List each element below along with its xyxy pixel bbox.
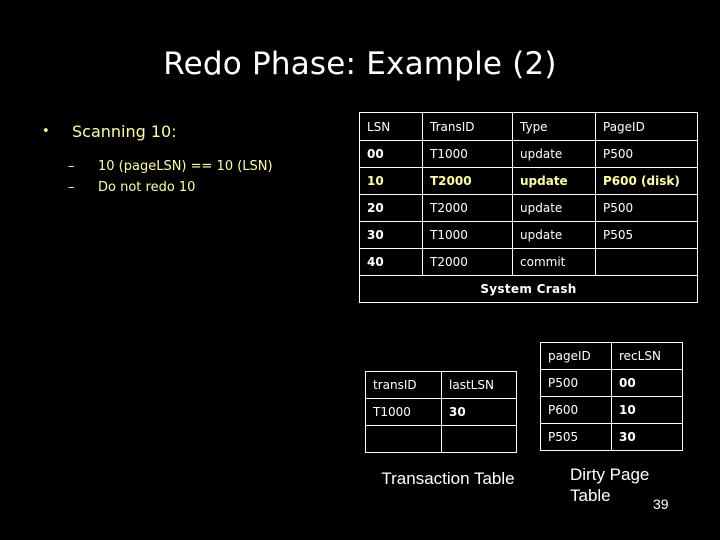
- bullet-scanning: • Scanning 10:: [30, 122, 350, 142]
- dirty-page-table-caption: Dirty Page Table: [570, 465, 650, 505]
- log-cell-type: update: [512, 167, 596, 195]
- log-cell-transid: T2000: [422, 248, 513, 276]
- log-cell-pageid: [595, 248, 698, 276]
- table-row: 20 T2000 update P500: [359, 194, 698, 222]
- log-col-transid: TransID: [422, 112, 513, 141]
- slide-canvas: Redo Phase: Example (2) • Scanning 10: –…: [0, 0, 720, 540]
- dpt-cell-pageid: P500: [540, 369, 612, 397]
- transaction-table-header-row: transID lastLSN: [365, 371, 517, 399]
- sub-bullet-no-redo: – Do not redo 10: [30, 177, 350, 198]
- log-cell-transid: T2000: [422, 167, 513, 195]
- log-cell-lsn: 20: [359, 194, 423, 222]
- system-crash-label: System Crash: [359, 275, 698, 303]
- log-cell-lsn: 10: [359, 167, 423, 195]
- dirty-page-table: pageID recLSN P500 00 P600 10 P505 30: [540, 342, 683, 451]
- sub-bullet-pagelsn: – 10 (pageLSN) == 10 (LSN): [30, 156, 350, 177]
- dpt-col-reclsn: recLSN: [611, 342, 683, 370]
- table-row-highlighted: 10 T2000 update P600 (disk): [359, 167, 698, 195]
- trans-col-transid: transID: [365, 371, 442, 399]
- transaction-table-caption: Transaction Table: [381, 469, 515, 488]
- table-row: P600 10: [540, 396, 683, 424]
- log-col-type: Type: [512, 112, 596, 141]
- log-cell-pageid: P600 (disk): [595, 167, 698, 195]
- slide-page-number: 39: [653, 496, 669, 512]
- table-row: 00 T1000 update P500: [359, 140, 698, 168]
- dash-marker-icon: –: [68, 159, 75, 174]
- log-col-lsn: LSN: [359, 112, 423, 141]
- log-cell-pageid: P500: [595, 194, 698, 222]
- bullet-marker-icon: •: [42, 124, 50, 139]
- table-row: 30 T1000 update P505: [359, 221, 698, 249]
- transaction-table: transID lastLSN T1000 30: [365, 371, 517, 453]
- trans-cell-lastlsn: [441, 425, 517, 453]
- log-cell-type: update: [512, 194, 596, 222]
- bullet-list: • Scanning 10: – 10 (pageLSN) == 10 (LSN…: [30, 122, 350, 198]
- table-row: 40 T2000 commit: [359, 248, 698, 276]
- table-row: P505 30: [540, 423, 683, 451]
- log-cell-lsn: 40: [359, 248, 423, 276]
- log-table: LSN TransID Type PageID 00 T1000 update …: [359, 112, 698, 303]
- sub-bullet-no-redo-label: Do not redo 10: [98, 180, 196, 195]
- log-cell-transid: T1000: [422, 221, 513, 249]
- table-row: P500 00: [540, 369, 683, 397]
- log-cell-transid: T2000: [422, 194, 513, 222]
- sub-bullet-pagelsn-label: 10 (pageLSN) == 10 (LSN): [98, 159, 273, 174]
- trans-cell-lastlsn: 30: [441, 398, 517, 426]
- dpt-cell-reclsn: 30: [611, 423, 683, 451]
- dpt-cell-reclsn: 00: [611, 369, 683, 397]
- dpt-cell-pageid: P600: [540, 396, 612, 424]
- dpt-col-pageid: pageID: [540, 342, 612, 370]
- table-row: T1000 30: [365, 398, 517, 426]
- log-cell-pageid: P500: [595, 140, 698, 168]
- log-cell-type: update: [512, 140, 596, 168]
- dpt-cell-pageid: P505: [540, 423, 612, 451]
- page-title: Redo Phase: Example (2): [163, 46, 557, 82]
- bullet-scanning-label: Scanning 10:: [72, 122, 177, 141]
- log-cell-type: commit: [512, 248, 596, 276]
- system-crash-row: System Crash: [359, 275, 698, 303]
- log-table-header-row: LSN TransID Type PageID: [359, 112, 698, 141]
- table-row-empty: [365, 425, 517, 453]
- sub-bullet-group: – 10 (pageLSN) == 10 (LSN) – Do not redo…: [30, 156, 350, 198]
- dpt-header-row: pageID recLSN: [540, 342, 683, 370]
- trans-col-lastlsn: lastLSN: [441, 371, 517, 399]
- log-cell-transid: T1000: [422, 140, 513, 168]
- log-cell-lsn: 30: [359, 221, 423, 249]
- dpt-cell-reclsn: 10: [611, 396, 683, 424]
- log-cell-lsn: 00: [359, 140, 423, 168]
- dash-marker-icon: –: [68, 180, 75, 195]
- log-cell-type: update: [512, 221, 596, 249]
- log-cell-pageid: P505: [595, 221, 698, 249]
- trans-cell-transid: [365, 425, 442, 453]
- log-col-pageid: PageID: [595, 112, 698, 141]
- trans-cell-transid: T1000: [365, 398, 442, 426]
